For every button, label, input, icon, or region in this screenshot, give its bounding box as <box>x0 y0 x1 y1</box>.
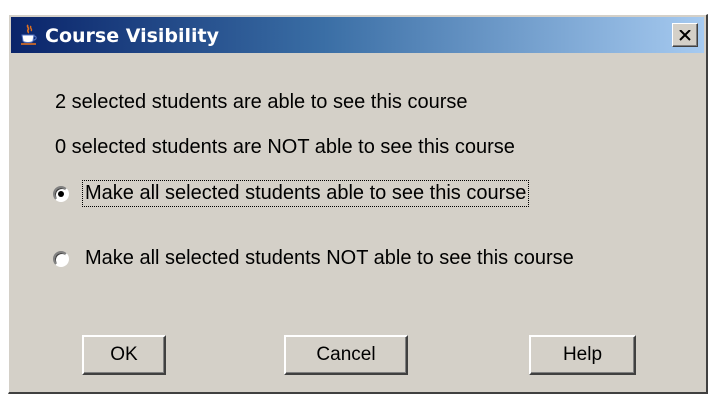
radio-button-unselected[interactable] <box>53 250 69 267</box>
help-button[interactable]: Help <box>529 335 636 375</box>
option-make-able-label[interactable]: Make all selected students able to see t… <box>81 180 530 207</box>
option-make-able[interactable]: Make all selected students able to see t… <box>53 180 530 207</box>
close-button[interactable] <box>672 23 698 47</box>
option-make-not-able[interactable]: Make all selected students NOT able to s… <box>53 246 576 271</box>
close-icon <box>679 29 691 41</box>
course-visibility-dialog: Course Visibility 2 selected students ar… <box>8 14 708 394</box>
ok-button[interactable]: OK <box>82 335 166 375</box>
cancel-button[interactable]: Cancel <box>284 335 408 375</box>
java-cup-icon <box>19 24 39 46</box>
title-bar[interactable]: Course Visibility <box>11 17 704 53</box>
dialog-title: Course Visibility <box>45 25 220 47</box>
radio-button-selected[interactable] <box>53 185 69 202</box>
able-count-message: 2 selected students are able to see this… <box>55 91 468 113</box>
option-make-not-able-label[interactable]: Make all selected students NOT able to s… <box>83 246 576 271</box>
not-able-count-message: 0 selected students are NOT able to see … <box>55 136 515 158</box>
